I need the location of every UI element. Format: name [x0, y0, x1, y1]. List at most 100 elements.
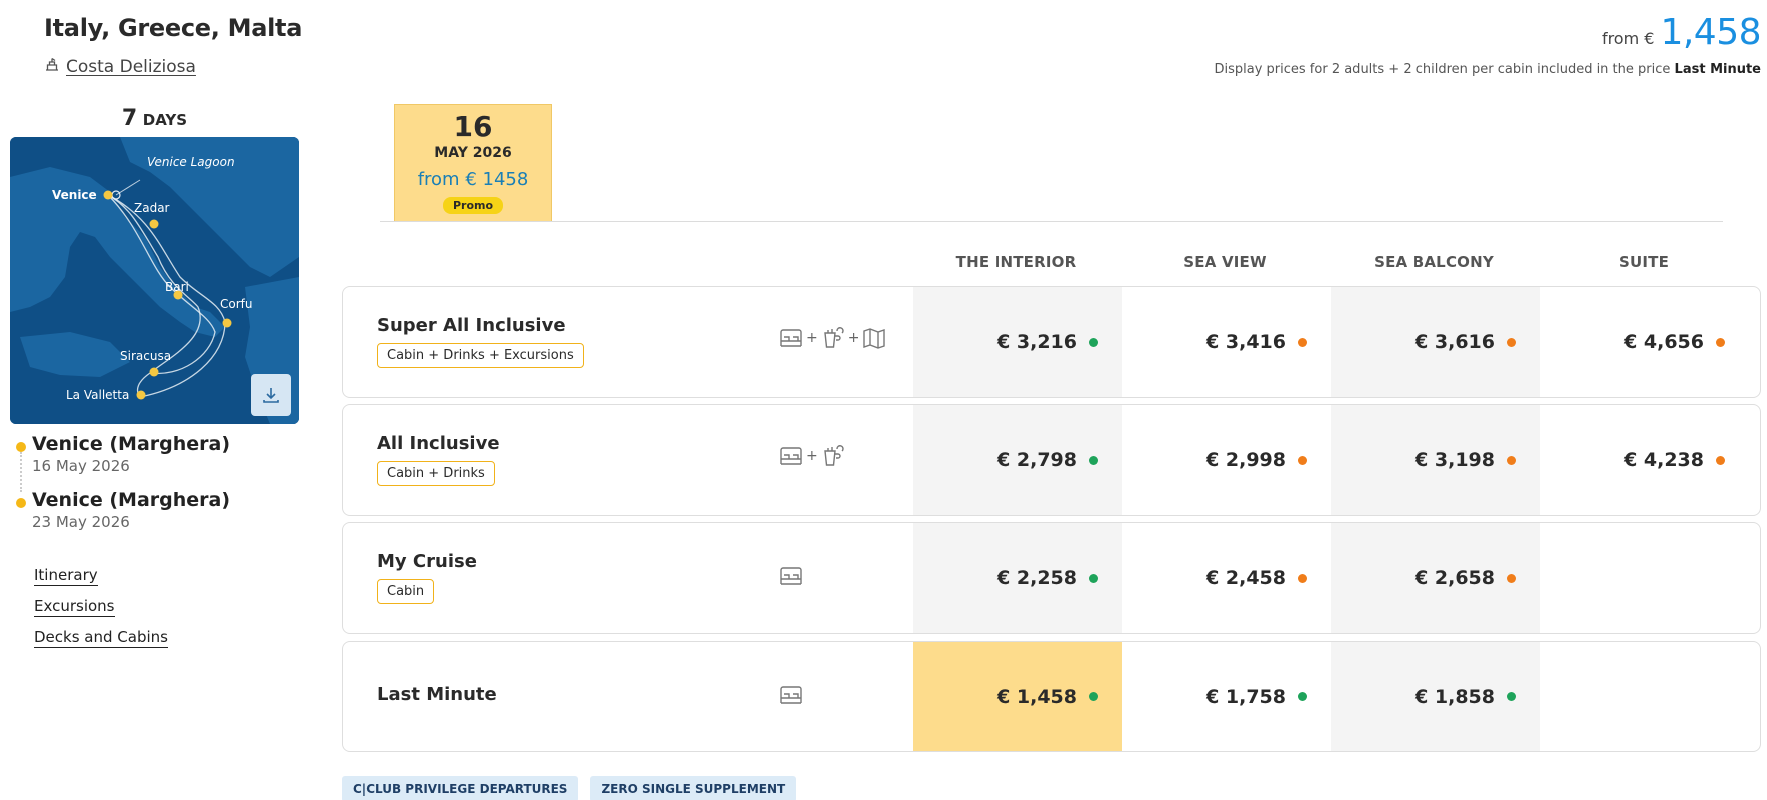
- availability-dot-icon: [1507, 573, 1516, 583]
- availability-dot-icon: [1716, 455, 1725, 465]
- price-cell-sea-view[interactable]: € 3,416: [1122, 287, 1331, 397]
- itinerary-map[interactable]: Venice Lagoon Venice Zadar Bari Corfu Si…: [10, 137, 299, 424]
- port-name: Venice (Marghera): [32, 433, 231, 455]
- price-cell-sea-balcony[interactable]: € 3,616: [1331, 287, 1540, 397]
- map-label-bari: Bari: [165, 280, 189, 294]
- bed-icon: [780, 447, 802, 465]
- port-name: Venice (Marghera): [32, 489, 231, 511]
- ports-list: Venice (Marghera) 16 May 2026 Venice (Ma…: [14, 433, 294, 531]
- map-icon: [863, 328, 886, 349]
- port-date: 23 May 2026: [32, 513, 130, 531]
- price-cell-sea-view[interactable]: € 1,758: [1122, 642, 1331, 751]
- port-connector: [20, 452, 22, 492]
- availability-dot-icon: [1089, 692, 1098, 701]
- availability-dot-icon: [1089, 455, 1098, 465]
- package-row-super-all-inclusive: Super All Inclusive Cabin + Drinks + Exc…: [342, 286, 1761, 398]
- price-value: € 3,216: [997, 331, 1077, 353]
- package-tag: Cabin: [377, 579, 435, 604]
- port-date: 16 May 2026: [32, 457, 130, 475]
- port-dot-icon: [16, 442, 26, 452]
- tab-divider: [380, 221, 1723, 222]
- package-name: My Cruise: [377, 551, 477, 572]
- column-header-sea-view: SEA VIEW: [1183, 253, 1267, 271]
- availability-dot-icon: [1089, 573, 1098, 583]
- map-label-zadar: Zadar: [134, 201, 170, 215]
- price-cell-sea-balcony[interactable]: € 1,858: [1331, 642, 1540, 751]
- availability-dot-icon: [1507, 692, 1516, 701]
- download-icon: [263, 388, 279, 403]
- price-value: € 3,416: [1206, 331, 1286, 353]
- page-title: Italy, Greece, Malta: [44, 14, 303, 42]
- package-name: Last Minute: [377, 684, 497, 705]
- duration-unit: DAYS: [142, 111, 188, 129]
- price-value: € 2,658: [1415, 567, 1495, 589]
- package-icons: [779, 684, 803, 706]
- package-name: All Inclusive: [377, 433, 500, 454]
- section-links: Itinerary Excursions Decks and Cabins: [34, 566, 168, 659]
- price-cell-interior[interactable]: € 2,798: [913, 405, 1122, 515]
- package-row-last-minute: Last Minute € 1,458 € 1,758 € 1,858: [342, 641, 1761, 752]
- port-departure: Venice (Marghera) 16 May 2026: [14, 433, 294, 492]
- port-arrival: Venice (Marghera) 23 May 2026: [14, 489, 294, 531]
- map-label-lagoon: Venice Lagoon: [147, 155, 235, 169]
- availability-dot-icon: [1298, 455, 1307, 465]
- package-row-all-inclusive: All Inclusive Cabin + Drinks + € 2,798 €…: [342, 404, 1761, 516]
- availability-dot-icon: [1298, 337, 1307, 347]
- tab-month: MAY 2026: [434, 145, 512, 161]
- price-cell-sea-balcony[interactable]: € 3,198: [1331, 405, 1540, 515]
- column-header-suite: SUITE: [1618, 253, 1670, 271]
- price-cell-interior-selected[interactable]: € 1,458: [913, 642, 1122, 751]
- availability-dot-icon: [1507, 455, 1516, 465]
- package-icons: [779, 565, 803, 587]
- package-name: Super All Inclusive: [377, 315, 566, 336]
- price-cell-suite[interactable]: € 4,656: [1540, 287, 1749, 397]
- price-value: € 2,258: [997, 567, 1077, 589]
- price-value: € 3,616: [1415, 331, 1495, 353]
- badge-club-privilege: C|CLUB PRIVILEGE DEPARTURES: [342, 776, 579, 800]
- map-label-venice: Venice: [52, 188, 97, 202]
- price-from-label: from €: [1601, 29, 1655, 48]
- package-row-my-cruise: My Cruise Cabin € 2,258 € 2,458 € 2,658: [342, 522, 1761, 634]
- package-tag: Cabin + Drinks: [377, 461, 495, 486]
- column-header-interior: THE INTERIOR: [955, 253, 1077, 271]
- price-value: € 2,458: [1206, 567, 1286, 589]
- header-price: from € 1,458: [1601, 12, 1762, 53]
- badge-zero-single-supplement: ZERO SINGLE SUPPLEMENT: [590, 776, 797, 800]
- bed-icon: [780, 329, 802, 347]
- bed-icon: [780, 686, 802, 704]
- price-cell-suite[interactable]: € 4,238: [1540, 405, 1749, 515]
- price-value: € 1,458: [997, 685, 1077, 708]
- map-label-valletta: La Valletta: [66, 388, 129, 402]
- link-itinerary[interactable]: Itinerary: [34, 566, 98, 586]
- price-value: € 1,758: [1206, 685, 1286, 708]
- price-cell-sea-balcony[interactable]: € 2,658: [1331, 523, 1540, 633]
- price-disclaimer: Display prices for 2 adults + 2 children…: [1215, 62, 1762, 77]
- download-map-button[interactable]: [251, 374, 291, 416]
- ship-name[interactable]: Costa Deliziosa: [66, 57, 196, 77]
- price-value: € 2,998: [1206, 449, 1286, 471]
- price-value: € 4,238: [1624, 449, 1704, 471]
- price-cell-sea-view[interactable]: € 2,998: [1122, 405, 1331, 515]
- price-from-value: 1,458: [1660, 12, 1761, 53]
- tab-day: 16: [453, 110, 493, 143]
- bed-icon: [780, 567, 802, 585]
- package-icons: + +: [779, 327, 886, 349]
- availability-dot-icon: [1089, 337, 1098, 347]
- price-cell-interior[interactable]: € 2,258: [913, 523, 1122, 633]
- link-decks-cabins[interactable]: Decks and Cabins: [34, 628, 168, 648]
- disclaimer-bold: Last Minute: [1674, 62, 1761, 77]
- link-excursions[interactable]: Excursions: [34, 597, 115, 617]
- price-value: € 3,198: [1415, 449, 1495, 471]
- ship-link[interactable]: Costa Deliziosa: [44, 56, 196, 77]
- price-cell-interior[interactable]: € 3,216: [913, 287, 1122, 397]
- package-icons: +: [779, 445, 845, 467]
- availability-dot-icon: [1298, 692, 1307, 701]
- availability-dot-icon: [1716, 337, 1725, 347]
- cruise-duration: 7 DAYS: [10, 106, 299, 131]
- drink-icon: [823, 327, 844, 348]
- availability-dot-icon: [1298, 573, 1307, 583]
- port-dot-icon: [16, 498, 26, 508]
- price-cell-sea-view[interactable]: € 2,458: [1122, 523, 1331, 633]
- departure-date-tab[interactable]: 16 MAY 2026 from € 1458 Promo: [394, 104, 552, 222]
- price-value: € 4,656: [1624, 331, 1704, 353]
